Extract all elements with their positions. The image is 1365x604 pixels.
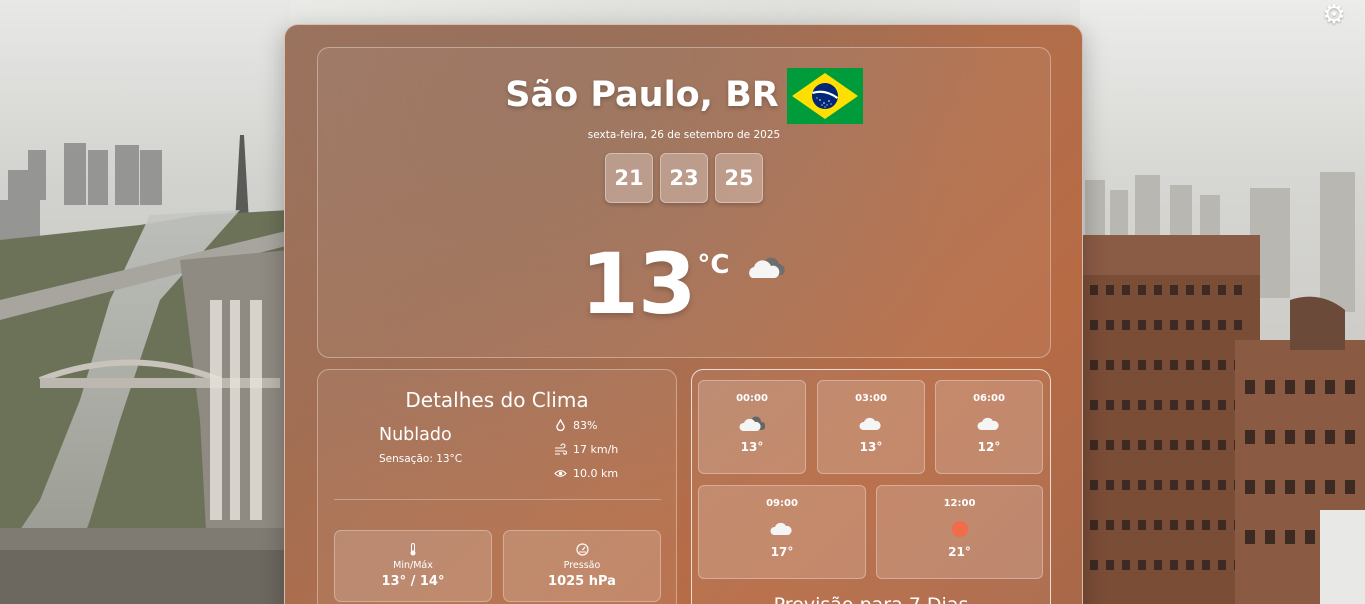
details-title: Detalhes do Clima bbox=[405, 388, 589, 412]
hour-time: 06:00 bbox=[973, 393, 1005, 404]
digital-clock: 21 23 25 bbox=[318, 153, 1050, 203]
cloud-icon bbox=[818, 414, 924, 434]
details-divider bbox=[334, 499, 661, 500]
cloudy-night-icon bbox=[699, 414, 805, 434]
minmax-label: Min/Máx bbox=[393, 560, 433, 571]
visibility-stat: 10.0 km bbox=[554, 467, 618, 480]
hourly-forecast-panel: 00:00 13° 03:00 13° 06:00 12° 09:00 17° … bbox=[691, 369, 1051, 604]
brazil-flag-icon bbox=[786, 68, 863, 124]
wind-stat: 17 km/h bbox=[554, 443, 618, 456]
hour-temp: 13° bbox=[740, 440, 764, 454]
settings-gear-icon[interactable]: ⚙ bbox=[1321, 2, 1347, 28]
wind-icon bbox=[555, 443, 567, 455]
hour-time: 12:00 bbox=[943, 498, 976, 509]
hourly-item: 00:00 13° bbox=[698, 380, 806, 474]
hour-time: 09:00 bbox=[766, 498, 798, 509]
weather-card: São Paulo, BR sexta-feira, 26 de setembr… bbox=[284, 24, 1083, 604]
minmax-card: Min/Máx 13° / 14° bbox=[334, 530, 492, 602]
temperature-value: 13 bbox=[580, 235, 697, 333]
cloudy-icon bbox=[746, 252, 788, 286]
humidity-value: 83% bbox=[573, 419, 598, 432]
eye-icon bbox=[554, 470, 567, 477]
pressure-label: Pressão bbox=[563, 560, 601, 571]
hour-time: 03:00 bbox=[855, 393, 887, 404]
wind-value: 17 km/h bbox=[573, 443, 619, 456]
hour-temp: 21° bbox=[948, 545, 971, 559]
temperature-unit: °C bbox=[697, 250, 730, 280]
hour-temp: 13° bbox=[859, 440, 883, 454]
location-header: São Paulo, BR bbox=[318, 65, 1050, 124]
hour-temp: 17° bbox=[770, 545, 794, 559]
cloud-icon bbox=[699, 519, 865, 539]
gauge-icon bbox=[504, 543, 660, 557]
pressure-value: 1025 hPa bbox=[548, 574, 616, 589]
city-name: São Paulo, BR bbox=[505, 74, 779, 115]
clock-hours: 21 bbox=[605, 153, 653, 203]
background-cityscape-left bbox=[0, 0, 290, 604]
weather-details-panel: Detalhes do Clima Nublado Sensação: 13°C… bbox=[317, 369, 677, 604]
pressure-card: Pressão 1025 hPa bbox=[503, 530, 661, 602]
sun-icon bbox=[877, 519, 1042, 539]
thermometer-icon bbox=[335, 543, 491, 557]
hour-temp: 12° bbox=[977, 440, 1001, 454]
humidity-stat: 83% bbox=[554, 419, 597, 432]
seven-day-forecast-title: Previsão para 7 Dias bbox=[692, 594, 1050, 604]
background-cityscape-right bbox=[1080, 0, 1365, 604]
visibility-value: 10.0 km bbox=[573, 467, 619, 480]
feels-like: Sensação: 13°C bbox=[379, 453, 463, 465]
current-weather-panel: São Paulo, BR sexta-feira, 26 de setembr… bbox=[317, 47, 1051, 358]
clock-minutes: 23 bbox=[660, 153, 708, 203]
current-date: sexta-feira, 26 de setembro de 2025 bbox=[587, 129, 781, 141]
clock-seconds: 25 bbox=[715, 153, 763, 203]
minmax-value: 13° / 14° bbox=[381, 574, 445, 589]
cloud-icon bbox=[936, 414, 1042, 434]
condition-name: Nublado bbox=[379, 425, 452, 445]
hourly-item: 09:00 17° bbox=[698, 485, 866, 579]
hour-time: 00:00 bbox=[736, 393, 768, 404]
droplet-icon bbox=[556, 419, 565, 432]
hourly-item: 03:00 13° bbox=[817, 380, 925, 474]
current-temperature: 13 °C bbox=[318, 236, 1050, 332]
hourly-item: 12:00 21° bbox=[876, 485, 1043, 579]
hourly-item: 06:00 12° bbox=[935, 380, 1043, 474]
